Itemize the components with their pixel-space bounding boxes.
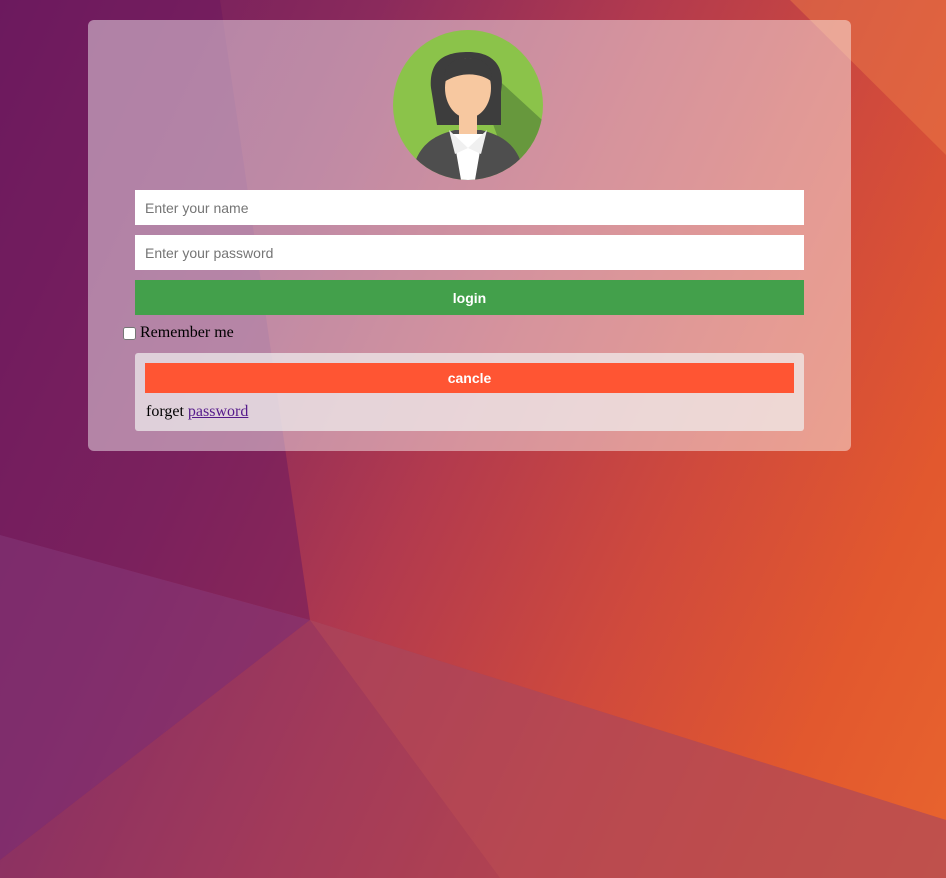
- forget-password-row: forget password: [146, 403, 248, 421]
- remember-me-label: Remember me: [140, 324, 234, 341]
- name-input[interactable]: [135, 190, 804, 225]
- remember-me-checkbox[interactable]: [123, 326, 136, 340]
- remember-me-row[interactable]: Remember me: [122, 324, 234, 342]
- forget-text: forget: [146, 403, 184, 420]
- login-button[interactable]: login: [135, 280, 804, 315]
- login-card: login Remember me cancle forget password: [88, 20, 851, 451]
- cancel-button[interactable]: cancle: [145, 363, 794, 393]
- forgot-password-link[interactable]: password: [188, 403, 248, 420]
- password-input[interactable]: [135, 235, 804, 270]
- footer-panel: cancle forget password: [135, 353, 804, 431]
- user-avatar-icon: [393, 30, 543, 180]
